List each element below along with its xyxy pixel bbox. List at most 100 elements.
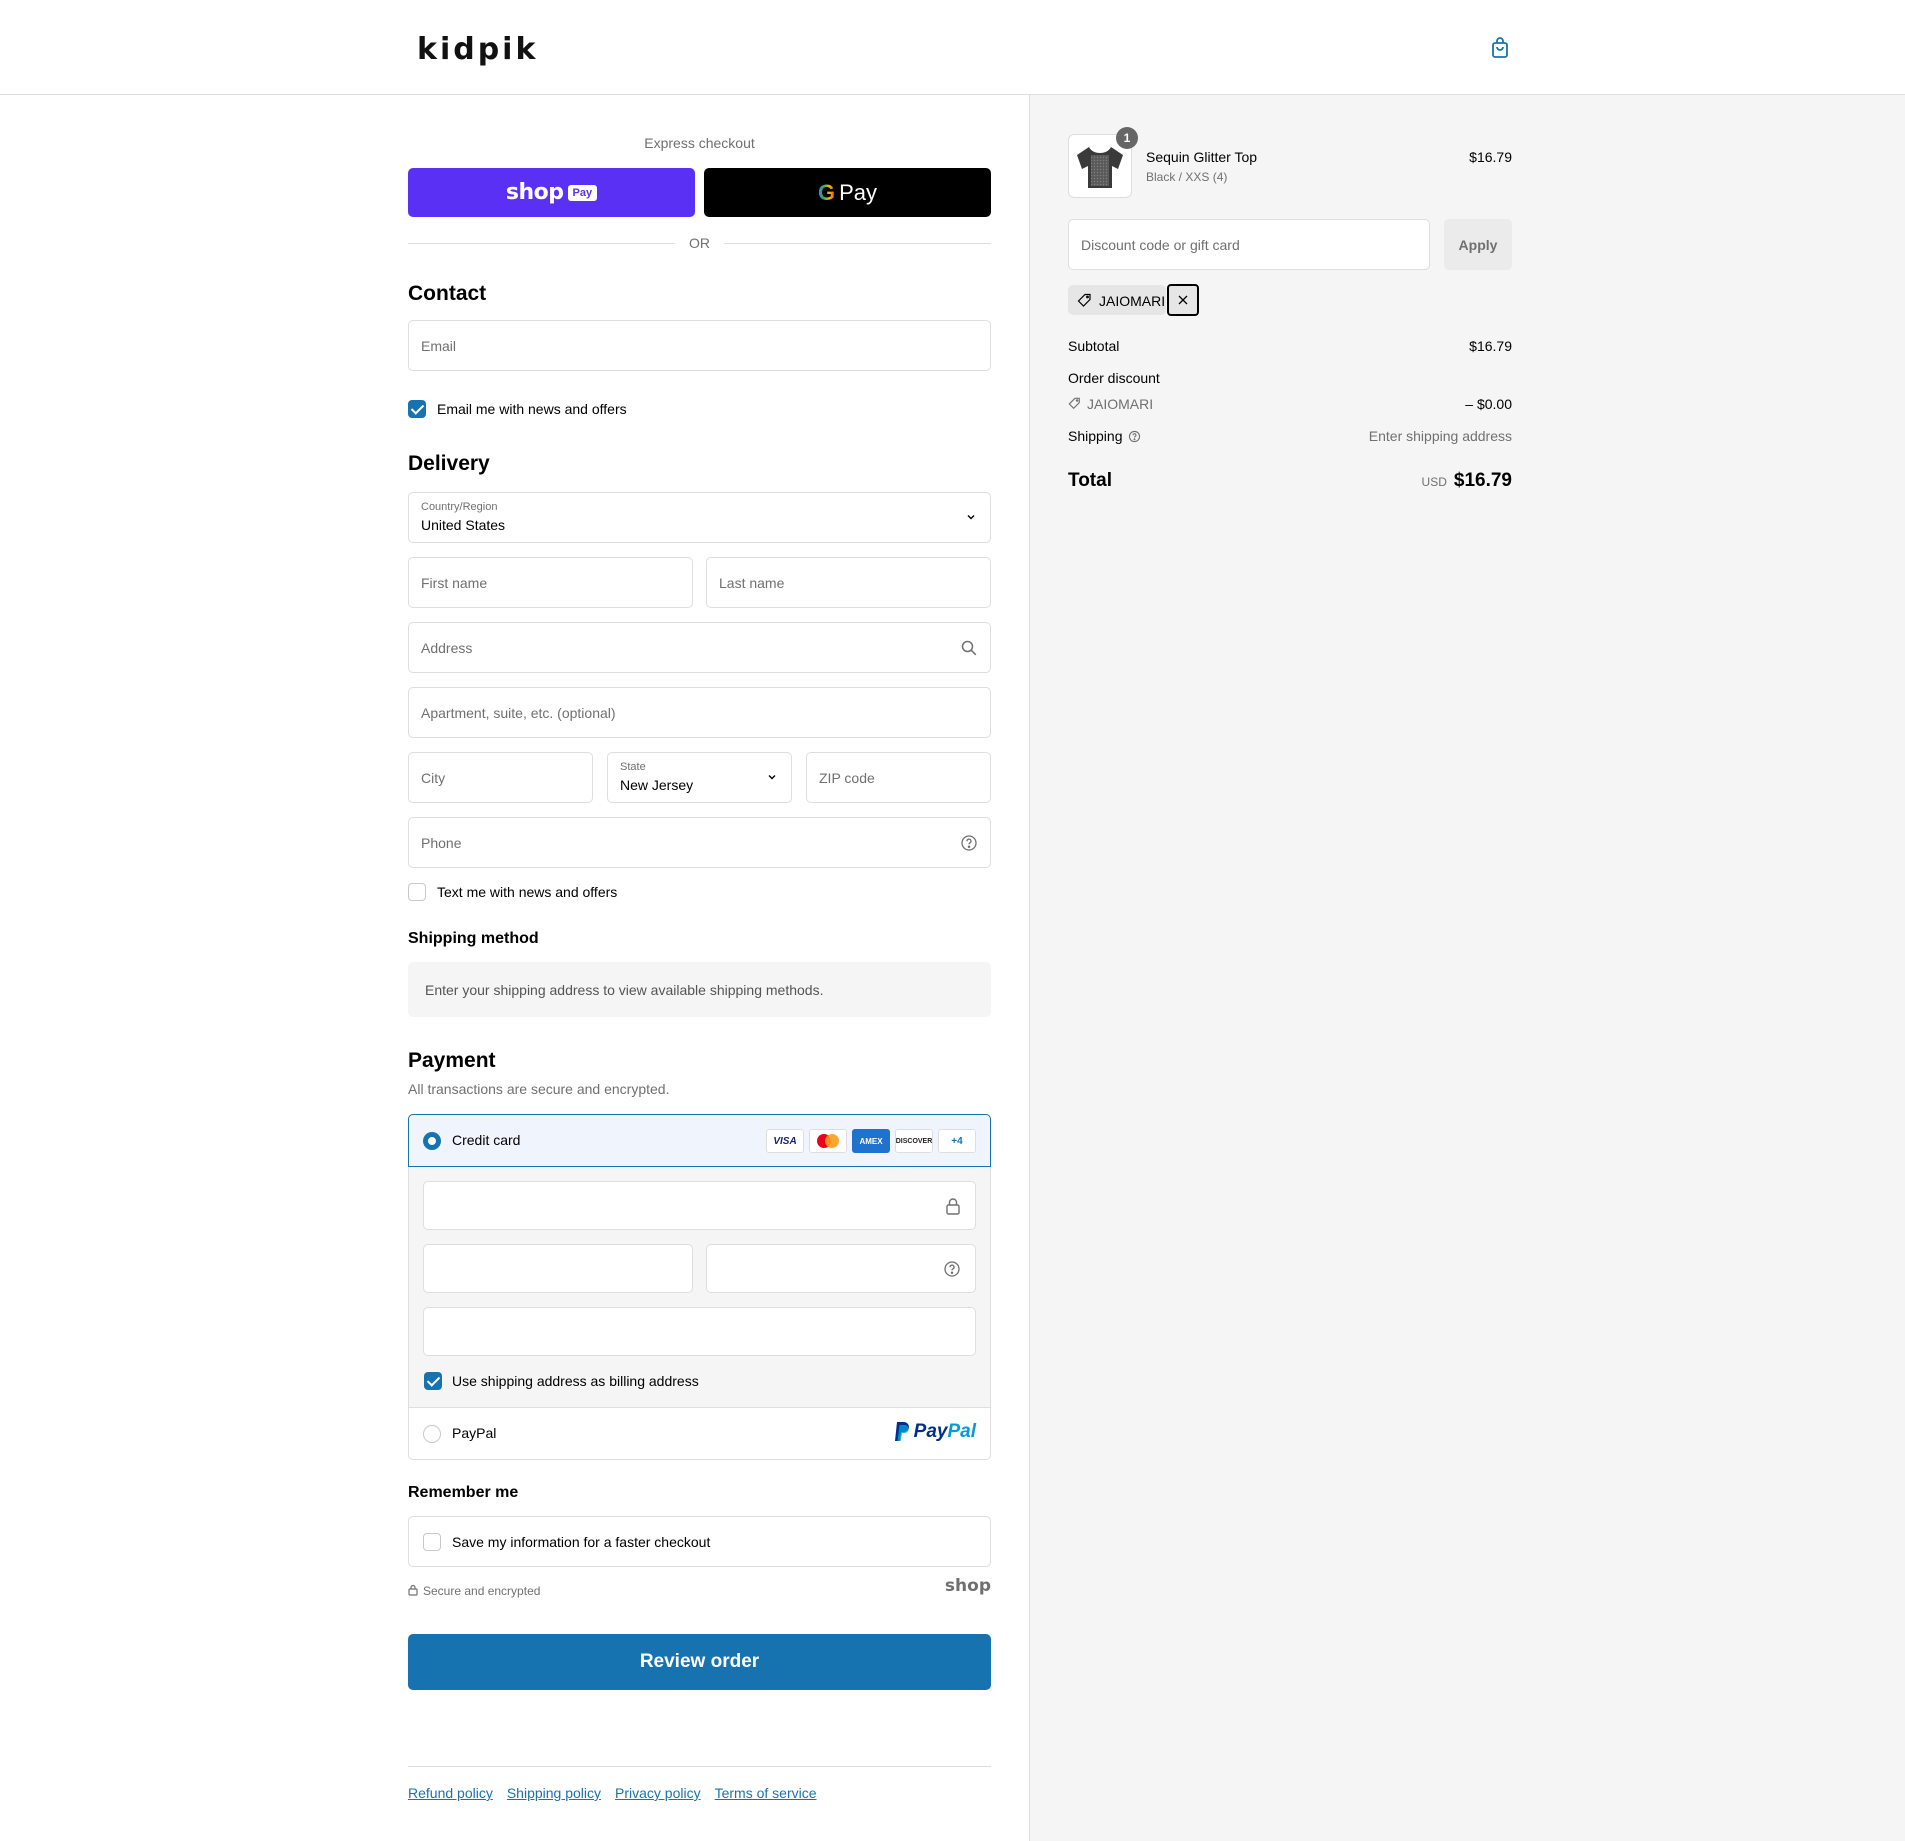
text-news-label: Text me with news and offers <box>437 884 617 900</box>
shipping-method-notice: Enter your shipping address to view avai… <box>408 962 991 1017</box>
order-summary-panel <box>1029 95 1905 1841</box>
text-news-checkbox[interactable] <box>408 883 426 901</box>
email-placeholder: Email <box>421 338 456 354</box>
terms-of-service-link[interactable]: Terms of service <box>715 1785 817 1801</box>
subtotal-label: Subtotal <box>1068 338 1119 354</box>
discount-code-input[interactable]: Discount code or gift card <box>1068 219 1430 270</box>
search-icon <box>960 639 978 657</box>
card-number-field[interactable] <box>423 1181 976 1230</box>
last-name-field[interactable]: Last name <box>706 557 991 608</box>
privacy-policy-link[interactable]: Privacy policy <box>615 1785 701 1801</box>
address-field[interactable]: Address <box>408 622 991 673</box>
help-circle-icon[interactable] <box>1128 430 1141 443</box>
or-divider: OR <box>408 233 991 253</box>
kidpik-logo[interactable]: kidpik <box>417 32 538 67</box>
footer-divider <box>408 1766 991 1767</box>
quantity-badge: 1 <box>1116 127 1138 149</box>
payment-subtitle: All transactions are secure and encrypte… <box>408 1081 669 1097</box>
name-on-card-field[interactable] <box>423 1307 976 1356</box>
city-field[interactable]: City <box>408 752 593 803</box>
credit-card-form: Use shipping address as billing address <box>409 1167 990 1408</box>
save-info-checkbox[interactable] <box>423 1533 441 1551</box>
email-field[interactable]: Email <box>408 320 991 371</box>
apartment-placeholder: Apartment, suite, etc. (optional) <box>421 705 616 721</box>
card-brands: VISA AMEX DISCOVER +4 <box>766 1129 976 1153</box>
save-info-option[interactable]: Save my information for a faster checkou… <box>408 1516 991 1567</box>
email-news-label: Email me with news and offers <box>437 401 627 417</box>
product-name: Sequin Glitter Top <box>1146 149 1257 165</box>
phone-placeholder: Phone <box>421 835 461 851</box>
email-news-checkbox[interactable] <box>408 400 426 418</box>
applied-code-label: JAIOMARI <box>1099 293 1165 309</box>
country-select[interactable]: Country/Region United States <box>408 492 991 543</box>
apply-discount-button[interactable]: Apply <box>1444 219 1512 270</box>
country-label: Country/Region <box>421 501 497 513</box>
shop-pay-pill: Pay <box>568 185 598 201</box>
product-variant: Black / XXS (4) <box>1146 170 1227 184</box>
more-cards-badge: +4 <box>938 1129 976 1153</box>
google-pay-button[interactable]: G Pay <box>704 168 991 217</box>
chevron-down-icon <box>966 512 976 522</box>
google-g-icon: G <box>818 180 835 206</box>
close-icon <box>1177 294 1189 306</box>
address-placeholder: Address <box>421 640 472 656</box>
phone-field[interactable]: Phone <box>408 817 991 868</box>
security-code-field[interactable] <box>706 1244 976 1293</box>
mastercard-icon <box>809 1129 847 1153</box>
paypal-logo-pal: Pal <box>947 1421 976 1443</box>
payment-methods: Credit card VISA AMEX DISCOVER +4 Use sh… <box>408 1114 991 1460</box>
tag-icon <box>1077 293 1092 308</box>
shop-logo: shop <box>945 1576 991 1596</box>
shipping-value: Enter shipping address <box>1369 428 1512 444</box>
review-order-button[interactable]: Review order <box>408 1634 991 1690</box>
last-name-placeholder: Last name <box>719 575 784 591</box>
lock-icon <box>408 1584 418 1596</box>
credit-card-label: Credit card <box>452 1132 520 1148</box>
remember-me-heading: Remember me <box>408 1484 518 1502</box>
help-circle-icon[interactable] <box>960 834 978 852</box>
state-select[interactable]: State New Jersey <box>607 752 792 803</box>
secure-text: Secure and encrypted <box>423 1584 540 1598</box>
total-amount: USD $16.79 <box>1422 470 1512 492</box>
discover-icon: DISCOVER <box>895 1129 933 1153</box>
paypal-logo-pay: Pay <box>914 1421 948 1443</box>
google-pay-label: Pay <box>839 180 877 206</box>
state-label: State <box>620 761 646 773</box>
remove-code-button[interactable] <box>1167 284 1199 316</box>
paypal-radio[interactable] <box>423 1425 441 1443</box>
shipping-label: Shipping <box>1068 428 1123 444</box>
contact-heading: Contact <box>408 282 486 306</box>
country-value: United States <box>421 517 505 533</box>
paypal-p-icon <box>893 1421 911 1443</box>
shipping-method-heading: Shipping method <box>408 930 539 948</box>
apartment-field[interactable]: Apartment, suite, etc. (optional) <box>408 687 991 738</box>
billing-address-label: Use shipping address as billing address <box>452 1373 699 1389</box>
billing-address-checkbox[interactable] <box>424 1372 442 1390</box>
tag-icon <box>1068 397 1081 410</box>
lock-icon <box>945 1197 961 1215</box>
chevron-down-icon <box>767 772 777 782</box>
footer-links: Refund policy Shipping policy Privacy po… <box>408 1785 817 1801</box>
or-text: OR <box>408 235 991 251</box>
first-name-field[interactable]: First name <box>408 557 693 608</box>
shipping-policy-link[interactable]: Shipping policy <box>507 1785 601 1801</box>
express-checkout-title: Express checkout <box>408 135 991 151</box>
shipping-method-message: Enter your shipping address to view avai… <box>425 982 823 998</box>
refund-policy-link[interactable]: Refund policy <box>408 1785 493 1801</box>
paypal-label: PayPal <box>452 1425 496 1441</box>
shopping-bag-icon[interactable] <box>1488 36 1512 60</box>
city-placeholder: City <box>421 770 445 786</box>
shop-pay-button[interactable]: shop Pay <box>408 168 695 217</box>
shop-pay-word: shop <box>506 180 564 205</box>
discount-code-label: JAIOMARI <box>1087 396 1153 412</box>
header: kidpik <box>0 0 1905 95</box>
help-circle-icon[interactable] <box>943 1260 961 1278</box>
zip-field[interactable]: ZIP code <box>806 752 991 803</box>
paypal-option[interactable]: PayPal PayPal <box>409 1408 990 1459</box>
discount-value: – $0.00 <box>1465 396 1512 412</box>
save-info-label: Save my information for a faster checkou… <box>452 1534 710 1550</box>
credit-card-option[interactable]: Credit card VISA AMEX DISCOVER +4 <box>408 1114 991 1167</box>
total-value: $16.79 <box>1454 470 1512 492</box>
expiry-field[interactable] <box>423 1244 693 1293</box>
credit-card-radio[interactable] <box>423 1132 441 1150</box>
